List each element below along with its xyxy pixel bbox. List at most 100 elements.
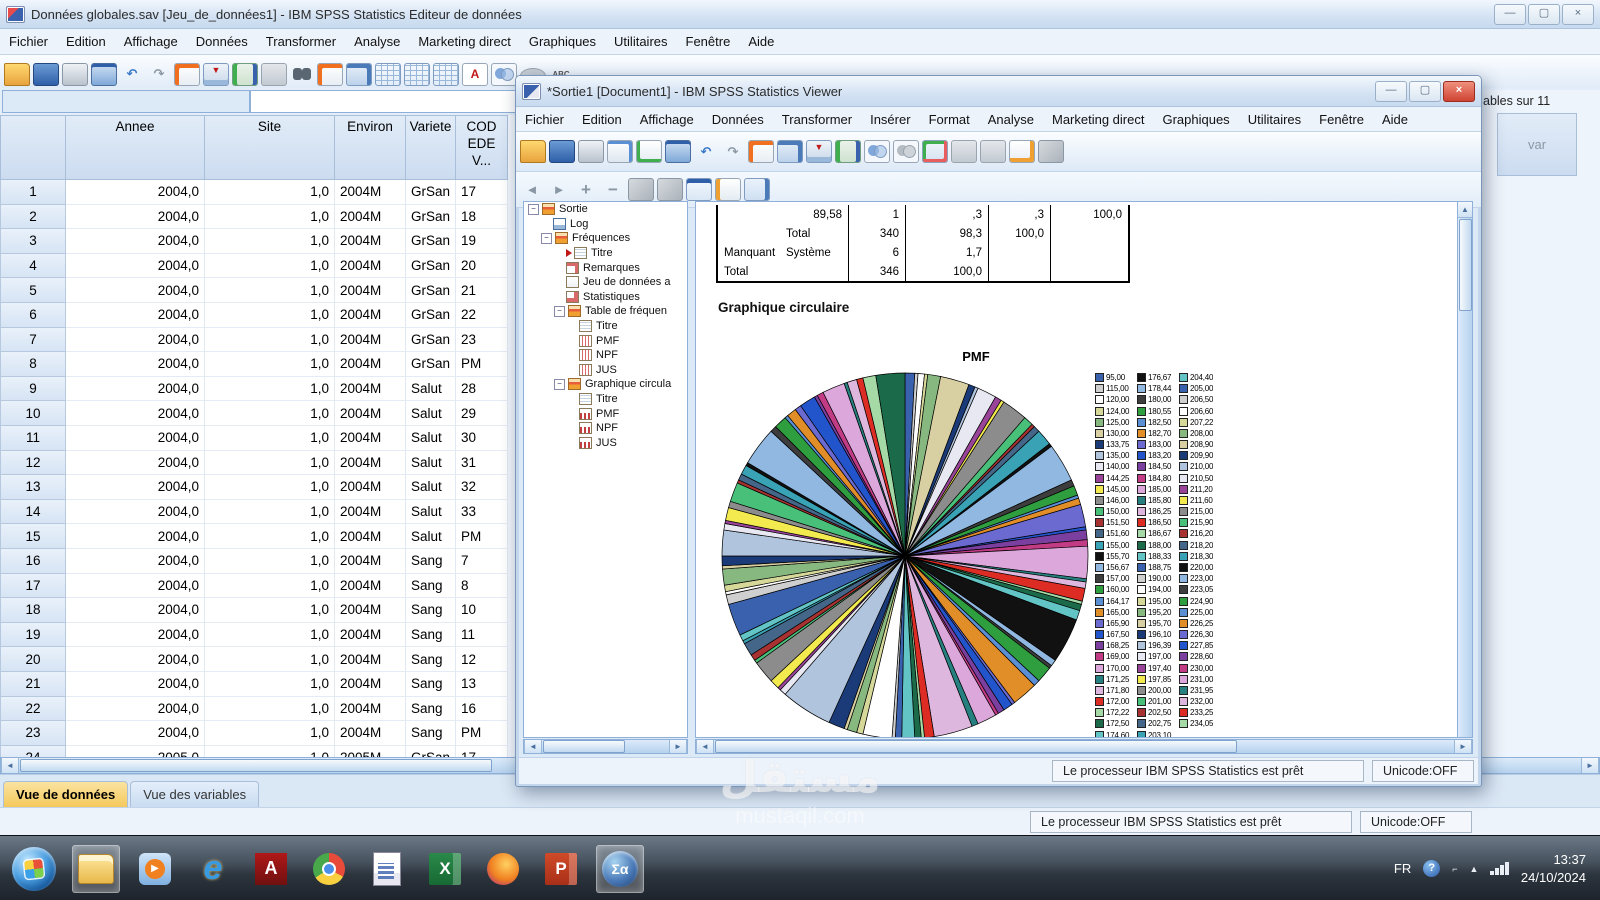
outline-item-titre[interactable]: Titre	[524, 246, 687, 261]
data-cell[interactable]: GrSan	[406, 253, 456, 279]
data-cell[interactable]: 2004M	[335, 253, 406, 279]
outline-item-jus[interactable]: JUS	[524, 363, 687, 378]
outline-back-icon[interactable]: ◄	[520, 179, 544, 200]
viewer-print-preview-icon[interactable]	[607, 140, 633, 163]
data-cell[interactable]: 2004,0	[66, 401, 205, 426]
data-cell[interactable]: GrSan	[406, 204, 456, 230]
outline-expand-icon[interactable]: +	[574, 179, 598, 200]
row-number[interactable]: 1	[0, 180, 66, 205]
print-icon[interactable]	[62, 62, 88, 86]
data-cell[interactable]: 2004,0	[66, 180, 205, 205]
data-cell[interactable]: 1,0	[205, 475, 335, 500]
menu-graphiques[interactable]: Graphiques	[520, 31, 605, 52]
network-signal-icon[interactable]	[1490, 862, 1509, 875]
viewer-venn-icon[interactable]	[864, 140, 890, 163]
output-hscrollbar[interactable]: ◄ ►	[695, 739, 1473, 754]
data-cell[interactable]: 2004,0	[66, 376, 205, 402]
tab-variable-view[interactable]: Vue des variables	[130, 781, 260, 807]
data-cell[interactable]: 28	[456, 376, 508, 402]
var-column-header[interactable]: var	[1497, 113, 1577, 176]
outline-item-pmf[interactable]: PMF	[524, 406, 687, 421]
data-cell[interactable]: 1,0	[205, 672, 335, 697]
taskbar-icon-chrome[interactable]	[306, 846, 352, 892]
data-cell[interactable]: 2004,0	[66, 696, 205, 722]
data-cell[interactable]: 1,0	[205, 229, 335, 254]
data-cell[interactable]: GrSan	[406, 278, 456, 303]
viewer-minimize-button[interactable]: —	[1375, 80, 1407, 102]
data-cell[interactable]: 30	[456, 426, 508, 451]
viewer-undo-icon[interactable]: ↶	[694, 141, 718, 162]
data-cell[interactable]: 19	[456, 229, 508, 254]
data-cell[interactable]: 1,0	[205, 278, 335, 303]
grid-corner-cell[interactable]	[0, 115, 66, 180]
menu-fichier[interactable]: Fichier	[0, 31, 57, 52]
outline-item-pmf[interactable]: PMF	[524, 333, 687, 348]
viewer-export-icon[interactable]	[636, 140, 662, 163]
data-cell[interactable]: 31	[456, 450, 508, 476]
data-cell[interactable]: 2004M	[335, 549, 406, 574]
outline-item-remarques[interactable]: Remarques	[524, 260, 687, 275]
outline-scroll-left[interactable]: ◄	[524, 740, 542, 753]
value-labels-icon[interactable]: A	[462, 62, 488, 86]
data-cell[interactable]: 2004M	[335, 622, 406, 648]
data-cell[interactable]: 2004,0	[66, 253, 205, 279]
data-cell[interactable]: 2004,0	[66, 426, 205, 451]
scroll-right-arrow[interactable]: ►	[1581, 758, 1599, 773]
viewer-menu-format[interactable]: Format	[920, 109, 979, 130]
row-number[interactable]: 16	[0, 549, 66, 574]
data-cell[interactable]: 1,0	[205, 401, 335, 426]
data-cell[interactable]: 2004M	[335, 327, 406, 353]
data-cell[interactable]: 2004M	[335, 376, 406, 402]
row-number[interactable]: 12	[0, 450, 66, 476]
tree-collapse-toggle[interactable]: −	[541, 232, 552, 244]
close-button[interactable]: ×	[1562, 3, 1594, 25]
data-cell[interactable]: 22	[456, 303, 508, 328]
column-header-variete[interactable]: Variete	[406, 115, 456, 180]
data-cell[interactable]: 2004M	[335, 721, 406, 746]
data-cell[interactable]: 1,0	[205, 573, 335, 599]
tree-collapse-toggle[interactable]: −	[554, 305, 565, 317]
crosstab-icon[interactable]	[433, 62, 459, 86]
data-cell[interactable]: 2004M	[335, 303, 406, 328]
data-cell[interactable]: 10	[456, 598, 508, 623]
column-header-site[interactable]: Site	[205, 115, 335, 180]
outline-item-titre[interactable]: Titre	[524, 392, 687, 407]
outline-item-jus[interactable]: JUS	[524, 436, 687, 451]
outline-hscrollbar[interactable]: ◄ ►	[523, 739, 688, 754]
menu-edition[interactable]: Edition	[57, 31, 115, 52]
viewer-goto-variable-icon[interactable]	[777, 140, 803, 163]
data-cell[interactable]: 2004,0	[66, 499, 205, 525]
data-cell[interactable]: 2004,0	[66, 573, 205, 599]
data-cell[interactable]: PM	[456, 721, 508, 746]
data-cell[interactable]: 2004,0	[66, 327, 205, 353]
viewer-tree-labels-icon[interactable]	[922, 140, 948, 163]
row-number[interactable]: 2	[0, 204, 66, 230]
viewer-menu-transformer[interactable]: Transformer	[773, 109, 861, 130]
data-cell[interactable]: 2004,0	[66, 672, 205, 697]
data-cell[interactable]: PM	[456, 524, 508, 549]
row-number[interactable]: 4	[0, 253, 66, 279]
data-cell[interactable]: Sang	[406, 622, 456, 648]
taskbar-icon-firefox[interactable]	[480, 846, 526, 892]
data-cell[interactable]: Salut	[406, 524, 456, 549]
data-cell[interactable]: 1,0	[205, 204, 335, 230]
row-number[interactable]: 11	[0, 426, 66, 451]
data-cell[interactable]: 1,0	[205, 426, 335, 451]
data-cell[interactable]: 2004M	[335, 524, 406, 549]
outline-item-npf[interactable]: NPF	[524, 348, 687, 363]
row-number[interactable]: 18	[0, 598, 66, 623]
find-icon[interactable]	[290, 64, 314, 85]
row-number[interactable]: 14	[0, 499, 66, 525]
data-cell[interactable]: 23	[456, 327, 508, 353]
viewer-print-icon[interactable]	[578, 140, 604, 163]
cell-reference-box[interactable]	[2, 90, 250, 113]
data-cell[interactable]: 1,0	[205, 352, 335, 377]
taskbar-icon-doc[interactable]	[364, 846, 410, 892]
show-hidden-icons[interactable]: ▲	[1470, 864, 1479, 874]
data-cell[interactable]: 33	[456, 499, 508, 525]
output-scroll-right[interactable]: ►	[1454, 740, 1472, 753]
data-cell[interactable]: 1,0	[205, 745, 335, 757]
viewer-recall-dialog-icon[interactable]	[665, 140, 691, 163]
row-number[interactable]: 13	[0, 475, 66, 500]
maximize-button[interactable]: ▢	[1528, 3, 1560, 25]
